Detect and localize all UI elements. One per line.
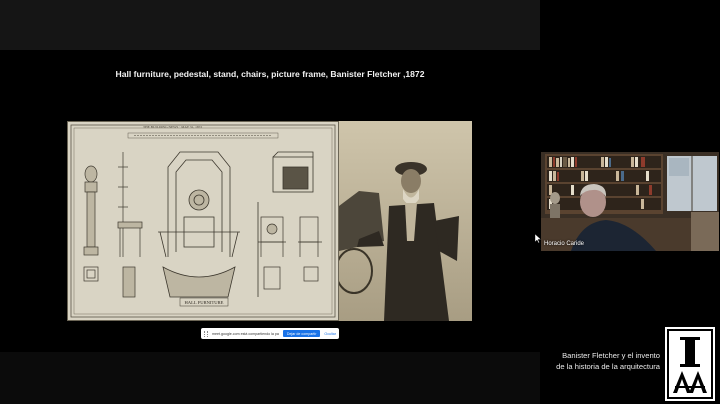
screen-share-notification: meet.google.com está compartiendo la pan… bbox=[201, 328, 339, 339]
svg-text:THE BUILDING NEWS · MAY 31, 18: THE BUILDING NEWS · MAY 31, 1872 bbox=[143, 125, 202, 130]
screen-share-stage: Hall furniture, pedestal, stand, chairs,… bbox=[0, 0, 720, 404]
hide-button[interactable]: Ocultar bbox=[324, 332, 336, 336]
slide-title: Hall furniture, pedestal, stand, chairs,… bbox=[115, 69, 425, 79]
participant-video-tile[interactable]: Horacio Caride bbox=[541, 152, 719, 251]
furniture-engraving-plate: THE BUILDING NEWS · MAY 31, 1872 HALL FU… bbox=[67, 121, 339, 321]
drag-handle-icon[interactable] bbox=[204, 330, 208, 337]
caption-line-2: de la historia de la arquitectura bbox=[556, 362, 660, 371]
plate-caption: HALL FURNITURE bbox=[184, 300, 223, 305]
share-message: meet.google.com está compartiendo la pan… bbox=[212, 331, 279, 336]
iaa-institute-logo bbox=[665, 327, 715, 401]
caption-line-1: Banister Fletcher y el invento bbox=[562, 351, 660, 360]
top-band bbox=[0, 0, 540, 50]
banister-fletcher-photo bbox=[339, 121, 472, 321]
participant-name: Horacio Caride bbox=[544, 241, 585, 247]
talk-caption: Banister Fletcher y el invento de la his… bbox=[540, 350, 660, 372]
bottom-band bbox=[0, 352, 540, 404]
stop-sharing-button[interactable]: Dejar de compartir bbox=[282, 330, 321, 337]
